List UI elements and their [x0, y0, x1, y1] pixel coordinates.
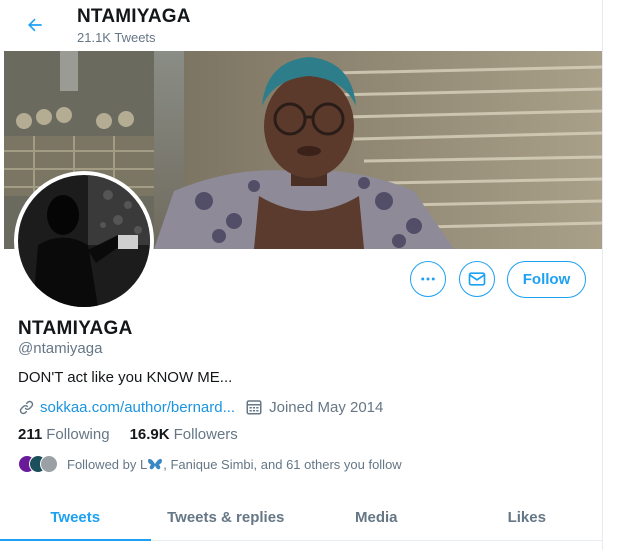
profile-name: NTAMIYAGA	[18, 318, 133, 339]
calendar-icon	[245, 398, 263, 416]
page-title: NTAMIYAGA	[77, 6, 191, 27]
tab-tweets[interactable]: Tweets	[0, 494, 151, 541]
top-bar: NTAMIYAGA 21.1K Tweets	[0, 0, 602, 50]
follow-button[interactable]: Follow	[507, 261, 586, 298]
back-arrow-icon	[28, 18, 42, 32]
follower-avatar	[40, 455, 58, 473]
butterfly-emoji-icon	[147, 457, 163, 471]
joined-date: Joined May 2014	[269, 398, 384, 416]
followed-by-text: Followed by L	[67, 456, 148, 472]
more-button[interactable]	[410, 261, 446, 297]
profile-meta: sokkaa.com/author/bernard... Joined May …	[18, 397, 383, 417]
message-button[interactable]	[459, 261, 495, 297]
profile-tabs: Tweets Tweets & replies Media Likes	[0, 494, 602, 541]
followed-by[interactable]: Followed by L , Fanique Simbi, and 61 ot…	[18, 454, 402, 474]
mail-icon	[468, 272, 486, 286]
tab-likes[interactable]: Likes	[452, 494, 603, 540]
profile-link[interactable]: sokkaa.com/author/bernard...	[40, 399, 235, 416]
link-icon	[19, 400, 34, 414]
tab-tweets-replies[interactable]: Tweets & replies	[151, 494, 302, 540]
back-button[interactable]	[22, 12, 48, 38]
following-link[interactable]: 211 Following	[18, 426, 110, 443]
avatar[interactable]	[14, 171, 154, 311]
more-icon	[421, 277, 435, 281]
tab-media[interactable]: Media	[301, 494, 452, 540]
profile-handle: @ntamiyaga	[18, 340, 103, 357]
profile-column: NTAMIYAGA 21.1K Tweets Follow NTAMIYAGA …	[0, 0, 603, 550]
followers-link[interactable]: 16.9K Followers	[130, 426, 238, 443]
tweet-count: 21.1K Tweets	[77, 30, 156, 45]
profile-bio: DON'T act like you KNOW ME...	[18, 369, 233, 386]
followed-by-rest: , Fanique Simbi, and 61 others you follo…	[163, 456, 402, 472]
follow-stats: 211 Following 16.9K Followers	[18, 426, 238, 443]
